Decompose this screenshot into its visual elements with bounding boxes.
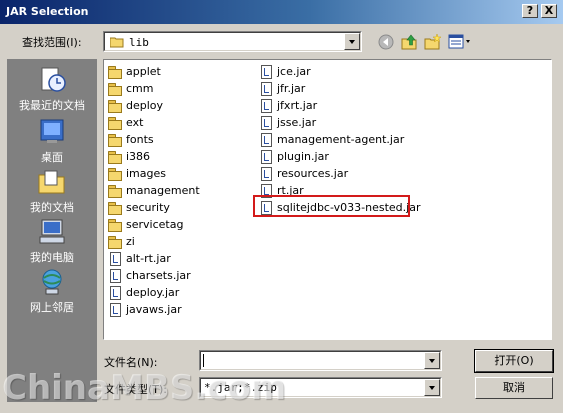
jar-file-icon	[259, 166, 273, 181]
jar-file-icon	[259, 132, 273, 147]
filename-dropdown-button[interactable]	[424, 352, 440, 369]
place-label: 我的电脑	[30, 251, 74, 264]
list-item[interactable]: jfxrt.jar	[259, 97, 317, 114]
cancel-button[interactable]: 取消	[475, 377, 553, 399]
open-button[interactable]: 打开(O)	[474, 349, 554, 373]
list-item[interactable]: jce.jar	[259, 63, 311, 80]
place-recent-documents[interactable]: 我最近的文档	[7, 65, 97, 113]
desktop-icon	[7, 117, 97, 147]
list-item[interactable]: zi	[108, 233, 135, 250]
list-item[interactable]: servicetag	[108, 216, 183, 233]
folder-icon	[108, 235, 122, 249]
recent-documents-icon	[7, 65, 97, 95]
list-item[interactable]: resources.jar	[259, 165, 348, 182]
list-item[interactable]: management	[108, 182, 200, 199]
list-item[interactable]: jfr.jar	[259, 80, 305, 97]
list-item[interactable]: javaws.jar	[108, 301, 182, 318]
folder-icon	[108, 201, 122, 215]
place-label: 桌面	[41, 151, 63, 164]
folder-icon	[108, 150, 122, 164]
list-item[interactable]: fonts	[108, 131, 154, 148]
text-caret	[203, 354, 204, 367]
watermark: ChinaMBS.com	[2, 368, 287, 408]
list-item[interactable]: ext	[108, 114, 143, 131]
lookin-label: 查找范围(I):	[22, 36, 82, 49]
list-item[interactable]: cmm	[108, 80, 153, 97]
jar-file-icon	[259, 81, 273, 96]
lookin-dropdown-button[interactable]	[344, 33, 360, 50]
folder-icon	[108, 82, 122, 96]
jar-file-icon	[108, 285, 122, 300]
list-item[interactable]: applet	[108, 63, 161, 80]
list-item[interactable]: security	[108, 199, 170, 216]
place-desktop[interactable]: 桌面	[7, 117, 97, 165]
list-item[interactable]: plugin.jar	[259, 148, 329, 165]
list-item[interactable]: deploy	[108, 97, 163, 114]
annotation-highlight-box	[253, 195, 410, 217]
jar-file-icon	[259, 64, 273, 79]
jar-file-icon	[108, 302, 122, 317]
help-button[interactable]: ?	[522, 4, 538, 18]
filetype-dropdown-button[interactable]	[424, 379, 440, 396]
list-item[interactable]: i386	[108, 148, 150, 165]
jar-file-icon	[259, 98, 273, 113]
back-icon[interactable]	[378, 34, 394, 53]
my-documents-icon	[7, 167, 97, 197]
jar-file-icon	[108, 251, 122, 266]
list-item[interactable]: jsse.jar	[259, 114, 316, 131]
folder-icon	[108, 184, 122, 198]
list-item[interactable]: images	[108, 165, 166, 182]
view-menu-icon[interactable]	[448, 34, 472, 53]
place-my-computer[interactable]: 我的电脑	[7, 217, 97, 265]
list-item[interactable]: management-agent.jar	[259, 131, 404, 148]
jar-file-icon	[259, 149, 273, 164]
list-item[interactable]: deploy.jar	[108, 284, 179, 301]
my-computer-icon	[7, 217, 97, 247]
folder-icon	[109, 36, 124, 48]
network-places-icon	[7, 267, 97, 297]
window-title: JAR Selection	[6, 5, 89, 18]
place-label: 网上邻居	[30, 301, 74, 314]
lookin-value: lib	[129, 36, 149, 49]
close-button[interactable]: X	[541, 4, 557, 18]
place-network-places[interactable]: 网上邻居	[7, 267, 97, 315]
list-item[interactable]: alt-rt.jar	[108, 250, 171, 267]
folder-icon	[108, 116, 122, 130]
place-my-documents[interactable]: 我的文档	[7, 167, 97, 215]
jar-file-icon	[108, 268, 122, 283]
place-label: 我最近的文档	[19, 99, 85, 112]
place-label: 我的文档	[30, 201, 74, 214]
folder-icon	[108, 133, 122, 147]
places-bar: 我最近的文档 桌面 我的文档 我的电脑 网上邻居	[7, 59, 97, 402]
folder-icon	[108, 218, 122, 232]
new-folder-icon[interactable]	[424, 33, 442, 54]
lookin-combo[interactable]: lib	[103, 31, 362, 52]
title-bar: JAR Selection ? X	[0, 0, 563, 24]
folder-icon	[108, 167, 122, 181]
folder-icon	[108, 65, 122, 79]
folder-icon	[108, 99, 122, 113]
list-item[interactable]: charsets.jar	[108, 267, 191, 284]
jar-file-icon	[259, 115, 273, 130]
up-folder-icon[interactable]	[401, 33, 419, 54]
